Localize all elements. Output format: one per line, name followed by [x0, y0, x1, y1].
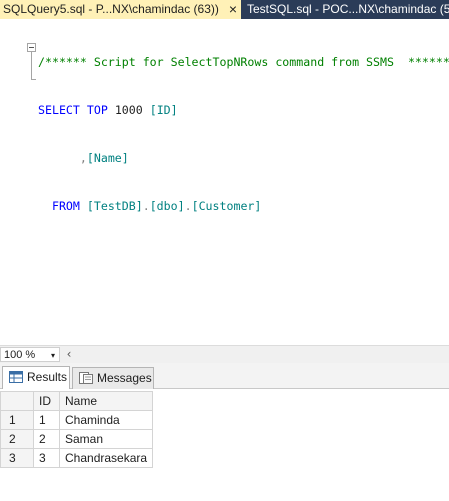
sql-table: [Customer]: [191, 199, 262, 213]
cell-id[interactable]: 1: [33, 410, 60, 430]
zoom-bar: 100 % ▾ ‹: [0, 345, 449, 363]
tab-results-label: Results: [27, 370, 68, 384]
table-row[interactable]: 3 3 Chandrasekara: [0, 448, 154, 468]
scroll-left-arrow-icon[interactable]: ‹: [62, 347, 76, 362]
table-row[interactable]: 1 1 Chaminda: [0, 410, 154, 430]
code-line-3: ,[Name]: [38, 150, 449, 166]
sql-column-id: [ID]: [149, 103, 178, 117]
code-line-2: SELECT TOP 1000 [ID]: [38, 102, 449, 118]
cell-name[interactable]: Chandrasekara: [58, 448, 154, 468]
horizontal-scrollbar[interactable]: [77, 347, 449, 362]
sql-dot: .: [184, 199, 192, 213]
grid-icon: [9, 371, 23, 383]
sql-comment: /****** Script for SelectTopNRows comman…: [38, 55, 449, 69]
tab-sqlquery5[interactable]: SQLQuery5.sql - P...NX\chamindac (63)) ×: [0, 0, 241, 19]
cell-id[interactable]: 2: [33, 429, 60, 449]
tab-label: TestSQL.sql - POC...NX\chamindac (56: [247, 2, 449, 16]
tab-results[interactable]: Results: [2, 366, 70, 390]
outline-guide-end: [31, 79, 36, 80]
row-number[interactable]: 3: [0, 448, 34, 468]
row-header-corner[interactable]: [0, 391, 34, 411]
results-grid[interactable]: ID Name 1 1 Chaminda 2 2 Saman 3 3 Chand…: [0, 389, 449, 501]
sql-keyword-from: FROM: [51, 199, 80, 213]
table-row[interactable]: 2 2 Saman: [0, 429, 154, 449]
tab-label: SQLQuery5.sql - P...NX\chamindac (63)): [3, 2, 219, 16]
collapse-icon[interactable]: [27, 43, 36, 52]
sql-top-count: 1000: [114, 103, 143, 117]
sql-comma: ,: [79, 151, 87, 165]
document-tab-strip: SQLQuery5.sql - P...NX\chamindac (63)) ×…: [0, 0, 449, 19]
tab-messages-label: Messages: [97, 371, 152, 385]
tab-testsql[interactable]: TestSQL.sql - POC...NX\chamindac (56: [241, 0, 449, 19]
messages-icon: [79, 372, 93, 384]
cell-name[interactable]: Chaminda: [58, 410, 154, 430]
close-icon[interactable]: ×: [229, 0, 237, 19]
cell-id[interactable]: 3: [33, 448, 60, 468]
outline-guide: [31, 52, 32, 80]
row-number[interactable]: 2: [0, 429, 34, 449]
sql-column-name: [Name]: [86, 151, 129, 165]
column-header-name[interactable]: Name: [58, 391, 154, 411]
header-row: ID Name: [0, 391, 154, 411]
sql-keyword-top: TOP: [86, 103, 108, 117]
results-tab-strip: Results Messages: [0, 363, 449, 390]
code-text: /****** Script for SelectTopNRows comman…: [38, 22, 449, 246]
code-line-1: /****** Script for SelectTopNRows comman…: [38, 54, 449, 70]
tab-messages[interactable]: Messages: [72, 367, 154, 389]
chevron-down-icon: ▾: [50, 351, 55, 360]
zoom-value: 100 %: [4, 349, 36, 361]
cell-name[interactable]: Saman: [58, 429, 154, 449]
code-line-4: FROM [TestDB].[dbo].[Customer]: [38, 198, 449, 214]
results-table: ID Name 1 1 Chaminda 2 2 Saman 3 3 Chand…: [0, 391, 154, 468]
row-number[interactable]: 1: [0, 410, 34, 430]
sql-keyword-select: SELECT: [38, 103, 80, 117]
sql-dot: .: [142, 199, 150, 213]
sql-database: [TestDB]: [86, 199, 143, 213]
zoom-dropdown[interactable]: 100 % ▾: [0, 347, 60, 362]
query-editor[interactable]: /****** Script for SelectTopNRows comman…: [0, 19, 449, 345]
column-header-id[interactable]: ID: [33, 391, 60, 411]
sql-schema: [dbo]: [149, 199, 185, 213]
